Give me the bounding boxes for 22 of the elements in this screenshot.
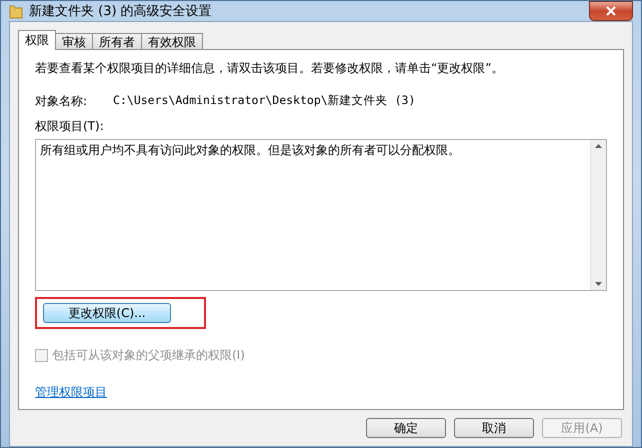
tab[interactable]: 审核 (55, 33, 93, 50)
close-icon (606, 6, 616, 16)
permission-list[interactable]: 所有组或用户均不具有访问此对象的权限。但是该对象的所有者可以分配权限。 (35, 139, 607, 291)
tab[interactable]: 权限 (18, 30, 56, 50)
down-arrow-icon (595, 282, 602, 286)
list-message: 所有组或用户均不具有访问此对象的权限。但是该对象的所有者可以分配权限。 (39, 142, 461, 159)
object-name-label: 对象名称: (35, 93, 88, 110)
folder-icon (9, 3, 23, 19)
change-permissions-button[interactable]: 更改权限(C)... (43, 303, 171, 323)
object-path: C:\Users\Administrator\Desktop\新建文件夹 (3) (113, 93, 416, 109)
close-button[interactable] (589, 1, 633, 21)
up-arrow-icon (595, 144, 602, 148)
dialog-button[interactable]: 确定 (366, 418, 446, 438)
entries-label: 权限项目(T): (35, 118, 105, 135)
tab[interactable]: 有效权限 (141, 33, 203, 50)
tab[interactable]: 所有者 (92, 33, 142, 50)
checkbox-label: 包括可从该对象的父项继承的权限(I) (52, 347, 245, 364)
manage-link[interactable]: 管理权限项目 (35, 384, 107, 401)
instruction-text: 若要查看某个权限项目的详细信息，请双击该项目。若要修改权限，请单击“更改权限”。 (35, 60, 504, 77)
scroll-bar[interactable] (590, 140, 606, 290)
dialog-button[interactable]: 取消 (454, 418, 534, 438)
window-title: 新建文件夹 (3) 的高级安全设置 (29, 3, 212, 20)
